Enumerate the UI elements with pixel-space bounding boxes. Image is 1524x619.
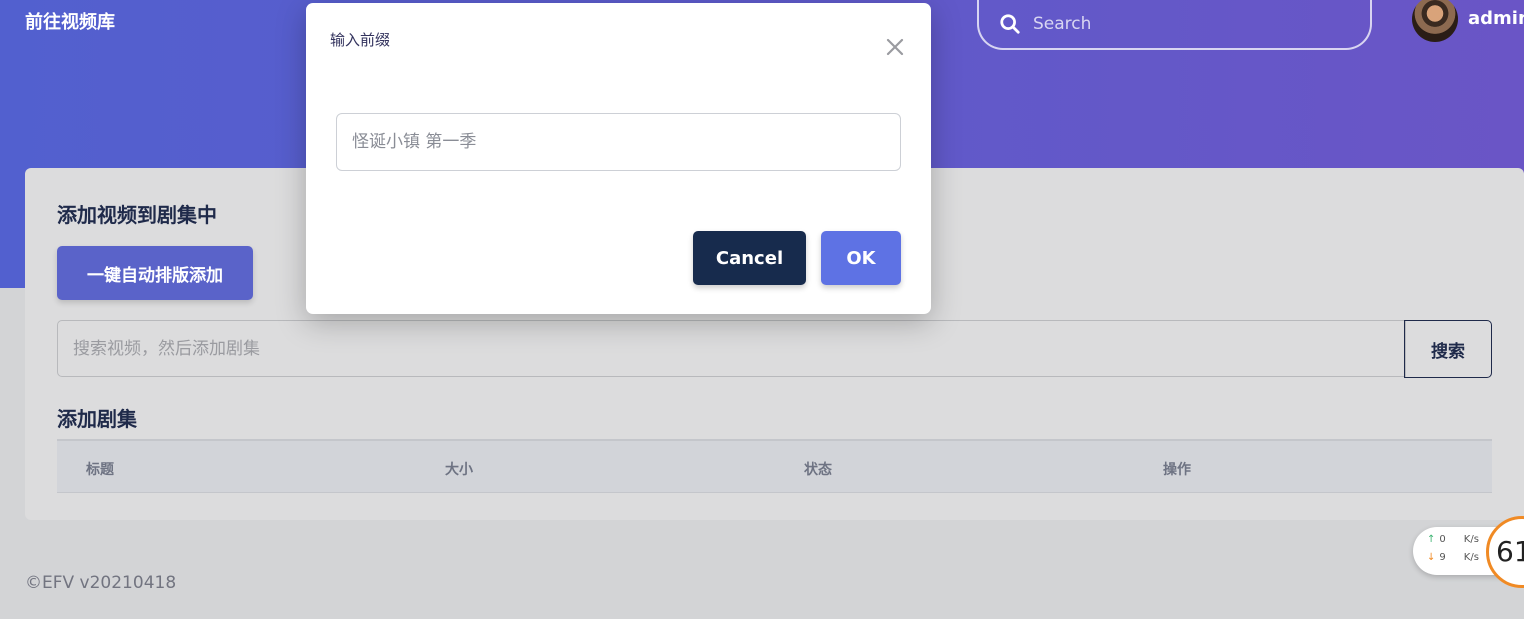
arrow-down-icon: ↓ [1427, 552, 1436, 563]
upload-speed-unit: K/s [1463, 534, 1479, 545]
prefix-dialog: 输入前缀 Cancel OK [306, 3, 931, 314]
prefix-input[interactable] [336, 113, 901, 171]
download-speed-unit: K/s [1463, 552, 1479, 563]
download-speed-row: ↓ 9 K/s [1427, 552, 1479, 563]
upload-speed-row: ↑ 0 K/s [1427, 534, 1479, 545]
cancel-button[interactable]: Cancel [693, 231, 806, 285]
ok-button[interactable]: OK [821, 231, 901, 285]
arrow-up-icon: ↑ [1427, 534, 1436, 545]
memory-gauge-value: 61 [1496, 535, 1524, 568]
dialog-title: 输入前缀 [330, 31, 391, 49]
close-icon[interactable] [884, 36, 906, 58]
upload-speed-value: 0 [1439, 534, 1446, 545]
download-speed-value: 9 [1439, 552, 1446, 563]
